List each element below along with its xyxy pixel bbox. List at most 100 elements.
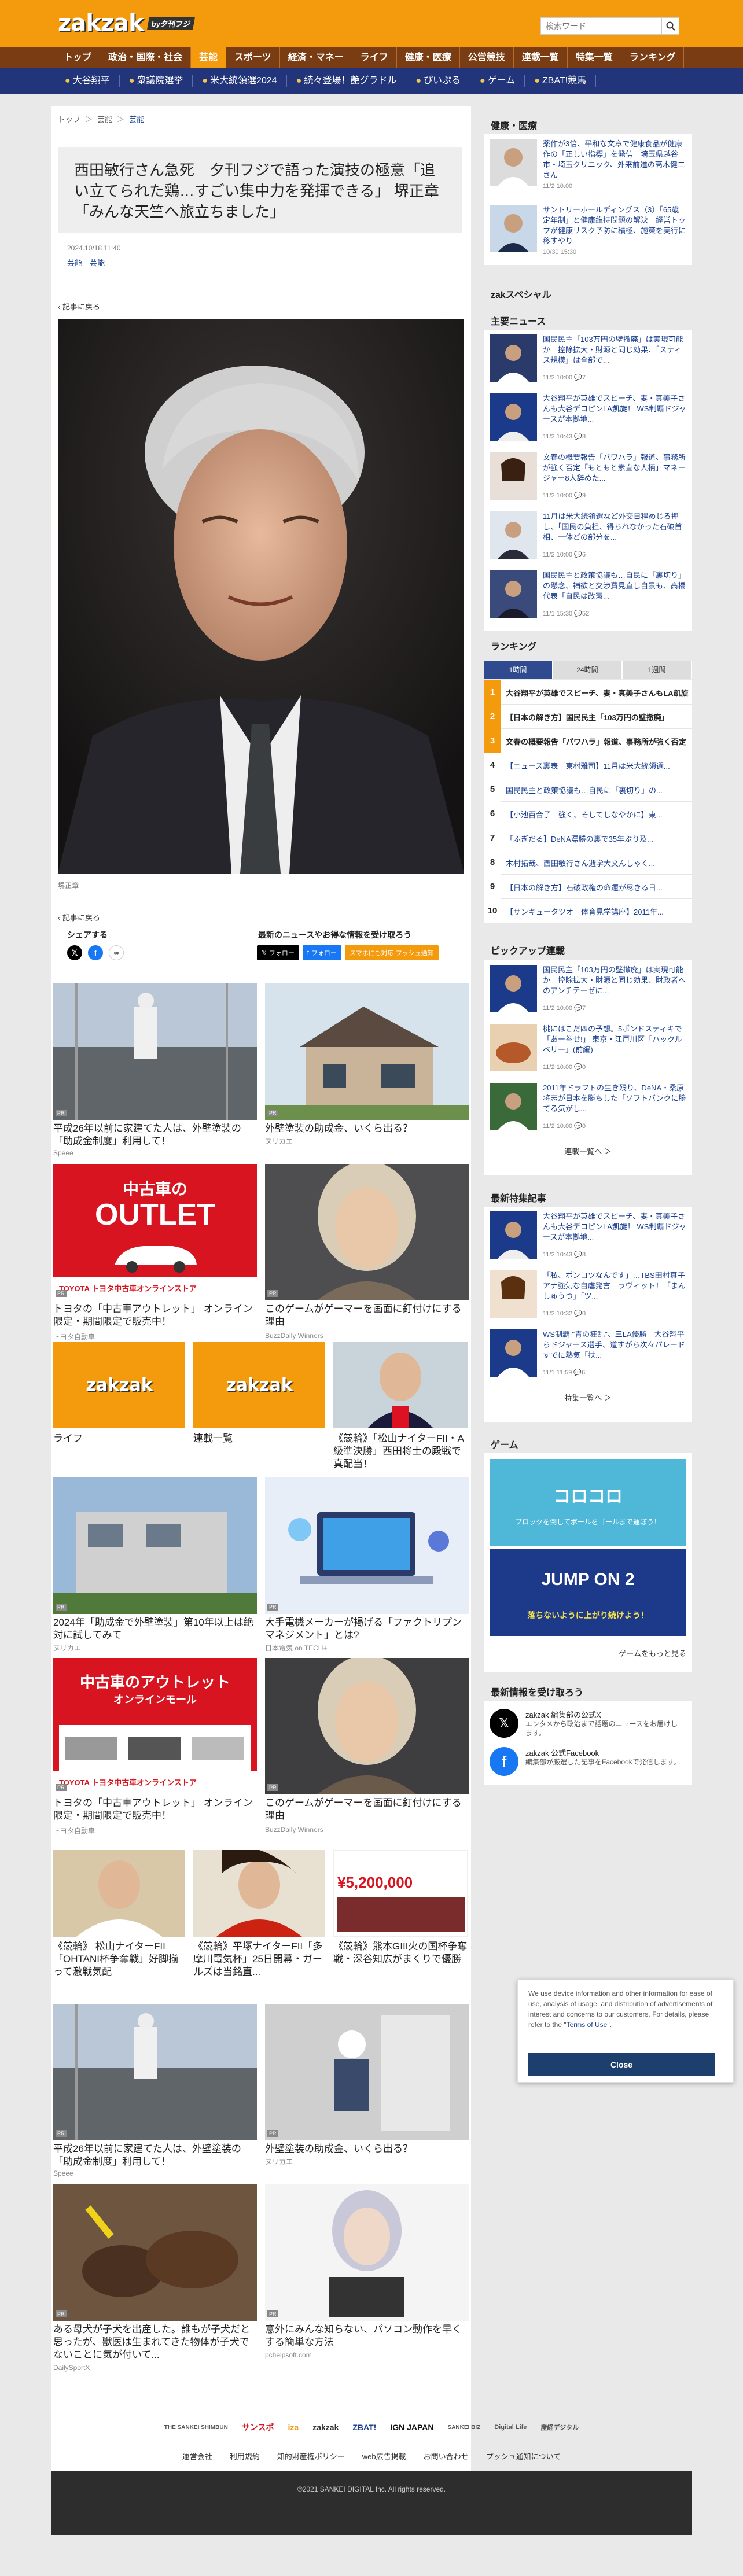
footer-logo[interactable]: zakzak: [312, 2423, 339, 2432]
gnav-item-series[interactable]: 連載一覧: [514, 47, 568, 68]
recommend-card[interactable]: PR 外壁塗装の助成金、いくら出る？ ヌリカエ: [265, 983, 469, 1157]
topic-item[interactable]: ● ZBAT!競馬: [525, 75, 597, 87]
ranking-row[interactable]: 6 【小池百合子 強く、そしてしなやかに】東...: [484, 802, 692, 826]
news-item[interactable]: 国民民主「103万円の壁撤廃」は実現可能か 控除拡大・財源と同じ効果、財政者への…: [490, 960, 686, 1018]
article-category[interactable]: 芸能｜芸能: [67, 257, 105, 268]
gnav-item-features[interactable]: 特集一覧: [568, 47, 621, 68]
x-follow-button[interactable]: 𝕏 フォロー: [257, 945, 299, 960]
search-button[interactable]: [661, 18, 679, 34]
recommend-card[interactable]: PR 意外にみんな知らない、パソコン動作を早くする簡単な方法 pchelpsof…: [265, 2184, 469, 2376]
news-item[interactable]: 2011年ドラフトの生き残り、DeNA・桑原将志が日本を勝ちした「ソフトバンクに…: [490, 1078, 686, 1136]
recommend-card[interactable]: PR このゲームがゲーマーを画面に釘付けにする理由 BuzzDaily Winn…: [265, 1164, 469, 1343]
gnav-item-ranking[interactable]: ランキング: [621, 47, 685, 68]
footer-logo[interactable]: サンスポ: [242, 2422, 274, 2433]
ranking-row[interactable]: 8 木村拓哉、西田敏行さん逝学大文んしゃく...: [484, 850, 692, 875]
recommend-card[interactable]: PR 大手電機メーカーが掲げる「ファクトリプンマネジメント」とは? 日本電気 o…: [265, 1477, 469, 1651]
back-to-article-link[interactable]: ‹ 記事に戻る: [58, 301, 100, 312]
news-item[interactable]: 「私、ポンコツなんです」…TBS田村真子アナ強気な自虐発言 ラヴィット！「まんし…: [490, 1266, 686, 1324]
news-item[interactable]: 大谷翔平が英雄でスピーチ、妻・真美子さんも大谷デコピンLA凱旋！ WS制覇ドジャ…: [490, 1207, 686, 1265]
recommend-card[interactable]: PR 平成26年以前に家建てた人は、外壁塗装の「助成金制度」利用して！ Spee…: [53, 983, 257, 1157]
x-follow-item[interactable]: 𝕏 zakzak 編集部の公式X エンタメから政治まで話題のニュースをお届けしま…: [490, 1707, 686, 1741]
ranking-row[interactable]: 4 【ニュース裏表 東村雅司】11月は米大統領選...: [484, 753, 692, 777]
footer-link[interactable]: 運営会社: [182, 2450, 212, 2468]
news-card[interactable]: 《競輪》 松山ナイターFII「OHTANI杯争奪戦」好脚揃って激戦気配: [53, 1850, 185, 1989]
gnav-item-economy[interactable]: 経済・マネー: [280, 47, 352, 68]
news-item[interactable]: 国民民主と政策協議も…自民に「裏切り」の懸念、補欲と交渉費見直し自景も、高橋代表…: [490, 566, 686, 624]
gnav-item-top[interactable]: トップ: [56, 47, 101, 68]
footer-link[interactable]: web広告掲載: [362, 2450, 406, 2468]
news-item[interactable]: 国民民主「103万円の壁撤廃」は実現可能か 控除拡大・財源と同じ効果、「スティス…: [490, 330, 686, 388]
ranking-row[interactable]: 7 「ふぎだる】DeNA漂勝の裏で35年ぶり及...: [484, 826, 692, 850]
more-games-link[interactable]: ゲームをもっと見る: [484, 1648, 686, 1659]
footer-logo[interactable]: IGN JAPAN: [390, 2423, 433, 2432]
breadcrumb-item[interactable]: トップ: [58, 115, 80, 124]
news-item[interactable]: WS制覇 "青の狂乱"、三LA優勝 大谷翔平らドジャース選手、道すがら次々パレー…: [490, 1325, 693, 1383]
news-card[interactable]: ¥5,200,000 《競輪》熊本GIII火の国杯争奪戦・深谷知広がまくりで優勝: [333, 1850, 468, 1989]
topic-item[interactable]: ● ゲーム: [470, 75, 525, 87]
tab-1h[interactable]: 1時間: [484, 661, 553, 679]
topic-item[interactable]: ● 続々登場！艶グラドル: [287, 75, 407, 87]
series-list-link[interactable]: 連載一覧へ ＞: [484, 1145, 692, 1156]
cookie-close-button[interactable]: Close: [528, 2053, 715, 2076]
link-copy-icon[interactable]: ∞: [109, 945, 124, 960]
footer-link[interactable]: 知的財産権ポリシー: [277, 2450, 345, 2468]
site-logo[interactable]: zakzak by夕刊フジ: [58, 9, 195, 37]
gnav-item-health[interactable]: 健康・医療: [397, 47, 460, 68]
topic-item[interactable]: ● 衆議院選挙: [120, 75, 193, 87]
recommend-card[interactable]: PR ある母犬が子犬を出産した。誰もが子犬だと思ったが、獣医は生まれてきた物体が…: [53, 2184, 257, 2376]
news-item[interactable]: 11月は米大統領選など外交日程めじろ押し、「国民の負担、得られなかった石破首相、…: [490, 507, 686, 565]
recommend-card[interactable]: PR 2024年「助成金で外壁塗装」第10年以上は絶対に試してみて ヌリカエ: [53, 1477, 257, 1651]
breadcrumb-item[interactable]: 芸能: [97, 115, 112, 124]
ranking-row[interactable]: 10 【サンキュータツオ 体育見学講座】2011年...: [484, 899, 692, 923]
gnav-item-life[interactable]: ライフ: [352, 47, 397, 68]
gnav-item-sports[interactable]: スポーツ: [226, 47, 280, 68]
news-item[interactable]: 桃にはこだ四の予想。5ポンドスティキで「あー拳せ!」 東京・江戸川区「ハックルベ…: [490, 1019, 686, 1077]
gnav-item-entertainment[interactable]: 芸能: [191, 47, 227, 68]
footer-logo[interactable]: Digital Life: [494, 2424, 527, 2431]
news-card[interactable]: 《競輪》「松山ナイターFII・A級準決勝」西田将士の殿戦で真配当！: [333, 1342, 468, 1469]
ranking-row[interactable]: 2 【日本の解き方】国民民主「103万円の壁撤廃」: [484, 705, 692, 729]
ranking-row[interactable]: 1 大谷翔平が英雄でスピーチ、妻・真美子さんもLA凱旋: [484, 680, 692, 705]
footer-link[interactable]: プッシュ通知について: [486, 2450, 561, 2468]
recommend-card[interactable]: PR 外壁塗装の助成金、いくら出る？ ヌリカエ: [265, 2004, 469, 2177]
topic-item[interactable]: ● 米大統領選2024: [193, 75, 287, 87]
footer-link[interactable]: 利用規約: [230, 2450, 260, 2468]
facebook-follow-item[interactable]: f zakzak 公式Facebook 編集部が厳選した記事をFacebookで…: [490, 1745, 686, 1779]
recommend-card[interactable]: 中古車のアウトレット オンラインモール TOYOTA トヨタ中古車オンラインスト…: [53, 1658, 257, 1837]
news-item[interactable]: 大谷翔平が英雄でスピーチ、妻・真美子さんも大谷デコピンLA凱旋！ WS制覇ドジャ…: [490, 389, 686, 447]
feature-list-link[interactable]: 特集一覧へ ＞: [484, 1392, 692, 1403]
footer-logo[interactable]: 産経デジタル: [540, 2423, 579, 2432]
search-input[interactable]: [541, 18, 661, 34]
news-item[interactable]: 文春の概要報告「パワハラ」報道、事務所が強く否定「もともと素直な人柄」マネージャ…: [490, 448, 686, 506]
topic-item[interactable]: ● ぴいぷる: [406, 75, 471, 87]
footer-link[interactable]: お問い合わせ: [424, 2450, 469, 2468]
game-banner-korokoro[interactable]: コロコロ ブロックを倒してボールをゴールまで運ぼう！: [490, 1459, 686, 1546]
news-item[interactable]: 薬作が3倍、平和な文章で健康食品が健康作の「正しい指標」を発信 埼玉県越谷市・埼…: [490, 134, 686, 192]
gnav-item-racing[interactable]: 公営競技: [460, 47, 514, 68]
game-banner-jumpon2[interactable]: JUMP ON 2 落ちないように上がり続けよう！: [490, 1549, 686, 1636]
back-to-article-link[interactable]: ‹ 記事に戻る: [58, 912, 100, 923]
recommend-card[interactable]: PR このゲームがゲーマーを画面に釘付けにする理由 BuzzDaily Winn…: [265, 1658, 469, 1837]
ranking-row[interactable]: 9 【日本の解き方】石破政権の命運が尽きる日...: [484, 875, 692, 899]
x-share-icon[interactable]: 𝕏: [67, 945, 82, 960]
footer-logo[interactable]: iza: [288, 2423, 299, 2432]
topic-item[interactable]: ● 大谷翔平: [56, 75, 120, 87]
category-card[interactable]: zakzak 連載一覧: [193, 1342, 325, 1469]
category-card[interactable]: zakzak ライフ: [53, 1342, 185, 1469]
breadcrumb-item[interactable]: 芸能: [129, 115, 144, 124]
recommend-card[interactable]: PR 平成26年以前に家建てた人は、外壁塗装の「助成金制度」利用して！ Spee…: [53, 2004, 257, 2177]
gnav-item-politics[interactable]: 政治・国際・社会: [100, 47, 192, 68]
footer-logo[interactable]: ZBAT!: [352, 2423, 376, 2432]
facebook-share-icon[interactable]: f: [88, 945, 103, 960]
push-notification-button[interactable]: スマホにも対応 プッシュ通知: [344, 945, 439, 960]
footer-logo[interactable]: THE SANKEI SHIMBUN: [164, 2424, 228, 2431]
terms-link[interactable]: Terms of Use: [567, 2021, 608, 2029]
footer-logo[interactable]: SANKEI BIZ: [448, 2424, 481, 2431]
facebook-follow-button[interactable]: f フォロー: [302, 945, 341, 960]
ranking-row[interactable]: 5 国民民主と政策協議も…自民に「裏切り」の...: [484, 777, 692, 802]
ranking-row[interactable]: 3 文春の概要報告「パワハラ」報道、事務所が強く否定: [484, 729, 692, 753]
news-item[interactable]: サントリーホールディングス（3）「65歳定年制」と健康維持問題の解決 経営トップ…: [490, 200, 686, 258]
tab-1w[interactable]: 1週間: [623, 661, 692, 679]
tab-24h[interactable]: 24時間: [553, 661, 623, 679]
recommend-card[interactable]: 中古車の OUTLET TOYOTA トヨタ中古車オンラインストア PR トヨタ…: [53, 1164, 257, 1343]
